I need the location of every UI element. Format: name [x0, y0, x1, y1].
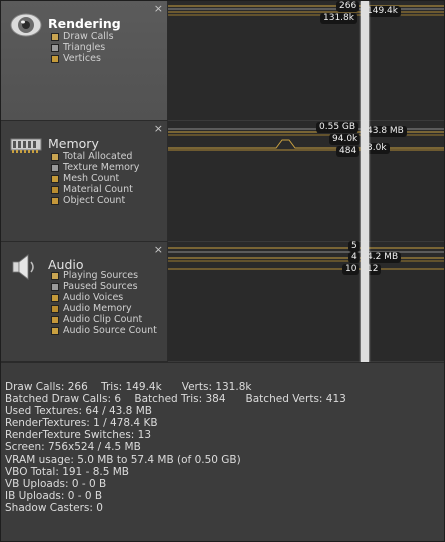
audio-legend: Playing Sources Paused Sources Audio Voi…: [51, 270, 157, 336]
legend-swatch: [51, 282, 59, 291]
legend-item-mesh-count[interactable]: Mesh Count: [51, 173, 139, 184]
rendering-legend: Draw Calls Triangles Vertices: [51, 31, 114, 64]
stats-line: Draw Calls: 266 Tris: 149.4k Verts: 131.…: [5, 381, 252, 393]
rendering-graph-lines: [168, 5, 444, 16]
material-count-value: 484: [336, 146, 360, 157]
legend-label: Draw Calls: [63, 31, 114, 42]
audio-panel[interactable]: × Audio Playing Sources Paused Sources A…: [1, 242, 168, 362]
audio-clip-count-value: 10: [342, 264, 360, 275]
memory-panel[interactable]: × Memory Total Allocated Texture Memory …: [1, 121, 168, 242]
legend-swatch: [51, 304, 59, 313]
legend-swatch: [51, 185, 59, 194]
triangles-value: 149.4k: [364, 6, 401, 17]
legend-label: Total Allocated: [63, 151, 133, 162]
legend-swatch: [51, 326, 59, 335]
legend-item-audio-source-count[interactable]: Audio Source Count: [51, 325, 157, 336]
stats-line: VRAM usage: 5.0 MB to 57.4 MB (of 0.50 G…: [5, 453, 241, 466]
memory-chip-icon: [9, 136, 43, 158]
texture-memory-value: 43.8 MB: [364, 126, 407, 137]
frame-cursor-line[interactable]: [361, 1, 369, 362]
legend-item-object-count[interactable]: Object Count: [51, 195, 139, 206]
panel-title: Rendering: [48, 16, 121, 31]
close-icon[interactable]: ×: [154, 244, 163, 255]
legend-swatch: [51, 152, 59, 161]
legend-item-vertices[interactable]: Vertices: [51, 53, 114, 64]
legend-label: Paused Sources: [63, 281, 138, 292]
legend-label: Material Count: [63, 184, 133, 195]
legend-swatch: [51, 315, 59, 324]
audio-graph-lines: [168, 247, 444, 270]
memory-graph-lines: [168, 128, 444, 151]
profiler-graph-area[interactable]: 266 131.8k 149.4k 0.55 GB 43.8 MB 94.0k …: [168, 1, 444, 362]
legend-swatch: [51, 32, 59, 41]
speaker-icon: [9, 252, 39, 286]
stats-line: Screen: 756x524 / 4.5 MB: [5, 441, 141, 454]
legend-swatch: [51, 293, 59, 302]
rendering-graph[interactable]: 266 131.8k 149.4k: [168, 1, 444, 121]
legend-swatch: [51, 174, 59, 183]
mesh-count-value: 94.0k: [329, 134, 361, 145]
legend-label: Audio Memory: [63, 303, 132, 314]
legend-item-audio-clip-count[interactable]: Audio Clip Count: [51, 314, 157, 325]
rendering-stats-list: Draw Calls: 266 Tris: 149.4k Verts: 131.…: [5, 381, 346, 514]
panel-title: Memory: [48, 136, 99, 151]
legend-item-triangles[interactable]: Triangles: [51, 42, 114, 53]
legend-swatch: [51, 54, 59, 63]
profiler-window: × Rendering Draw Calls Triangles Vertice…: [0, 0, 445, 542]
legend-label: Playing Sources: [63, 270, 139, 281]
audio-memory-value: 4.2 MB: [364, 252, 402, 263]
stats-line: VBO Total: 191 - 8.5 MB: [5, 465, 130, 478]
legend-item-audio-voices[interactable]: Audio Voices: [51, 292, 157, 303]
stats-line: VB Uploads: 0 - 0 B: [5, 477, 107, 490]
draw-calls-value: 266: [336, 1, 360, 12]
legend-item-audio-memory[interactable]: Audio Memory: [51, 303, 157, 314]
legend-item-texture-memory[interactable]: Texture Memory: [51, 162, 139, 173]
legend-label: Texture Memory: [63, 162, 140, 173]
legend-label: Audio Voices: [63, 292, 124, 303]
legend-item-draw-calls[interactable]: Draw Calls: [51, 31, 114, 42]
legend-label: Object Count: [63, 195, 126, 206]
vertices-value: 131.8k: [320, 13, 357, 24]
legend-label: Vertices: [63, 53, 101, 64]
stats-line: Shadow Casters: 0: [5, 501, 103, 514]
legend-item-playing-sources[interactable]: Playing Sources: [51, 270, 157, 281]
legend-swatch: [51, 196, 59, 205]
close-icon[interactable]: ×: [154, 123, 163, 134]
legend-swatch: [51, 271, 59, 280]
playing-sources-value: 5: [348, 241, 360, 252]
audio-voices-value: 4: [348, 252, 360, 263]
memory-legend: Total Allocated Texture Memory Mesh Coun…: [51, 151, 139, 206]
close-icon[interactable]: ×: [154, 3, 163, 14]
legend-item-total-allocated[interactable]: Total Allocated: [51, 151, 139, 162]
rendering-panel[interactable]: × Rendering Draw Calls Triangles Vertice…: [1, 1, 168, 121]
audio-graph[interactable]: 5 4 4.2 MB 10 12: [168, 241, 444, 362]
total-allocated-value: 0.55 GB: [316, 122, 359, 133]
legend-item-material-count[interactable]: Material Count: [51, 184, 139, 195]
stats-line: Used Textures: 64 / 43.8 MB: [5, 405, 152, 418]
legend-label: Audio Clip Count: [63, 314, 143, 325]
legend-swatch: [51, 163, 59, 172]
stats-line: RenderTextures: 1 / 478.4 KB: [5, 417, 158, 430]
stats-line: RenderTexture Switches: 13: [5, 429, 152, 442]
legend-label: Triangles: [63, 42, 106, 53]
stats-line: IB Uploads: 0 - 0 B: [5, 489, 103, 502]
legend-item-paused-sources[interactable]: Paused Sources: [51, 281, 157, 292]
legend-label: Mesh Count: [63, 173, 120, 184]
memory-graph[interactable]: 0.55 GB 43.8 MB 94.0k 484 3.0k: [168, 121, 444, 242]
legend-label: Audio Source Count: [63, 325, 157, 336]
legend-swatch: [51, 43, 59, 52]
stats-line: Batched Draw Calls: 6 Batched Tris: 384 …: [5, 393, 346, 406]
rendering-eye-icon: [9, 11, 43, 43]
